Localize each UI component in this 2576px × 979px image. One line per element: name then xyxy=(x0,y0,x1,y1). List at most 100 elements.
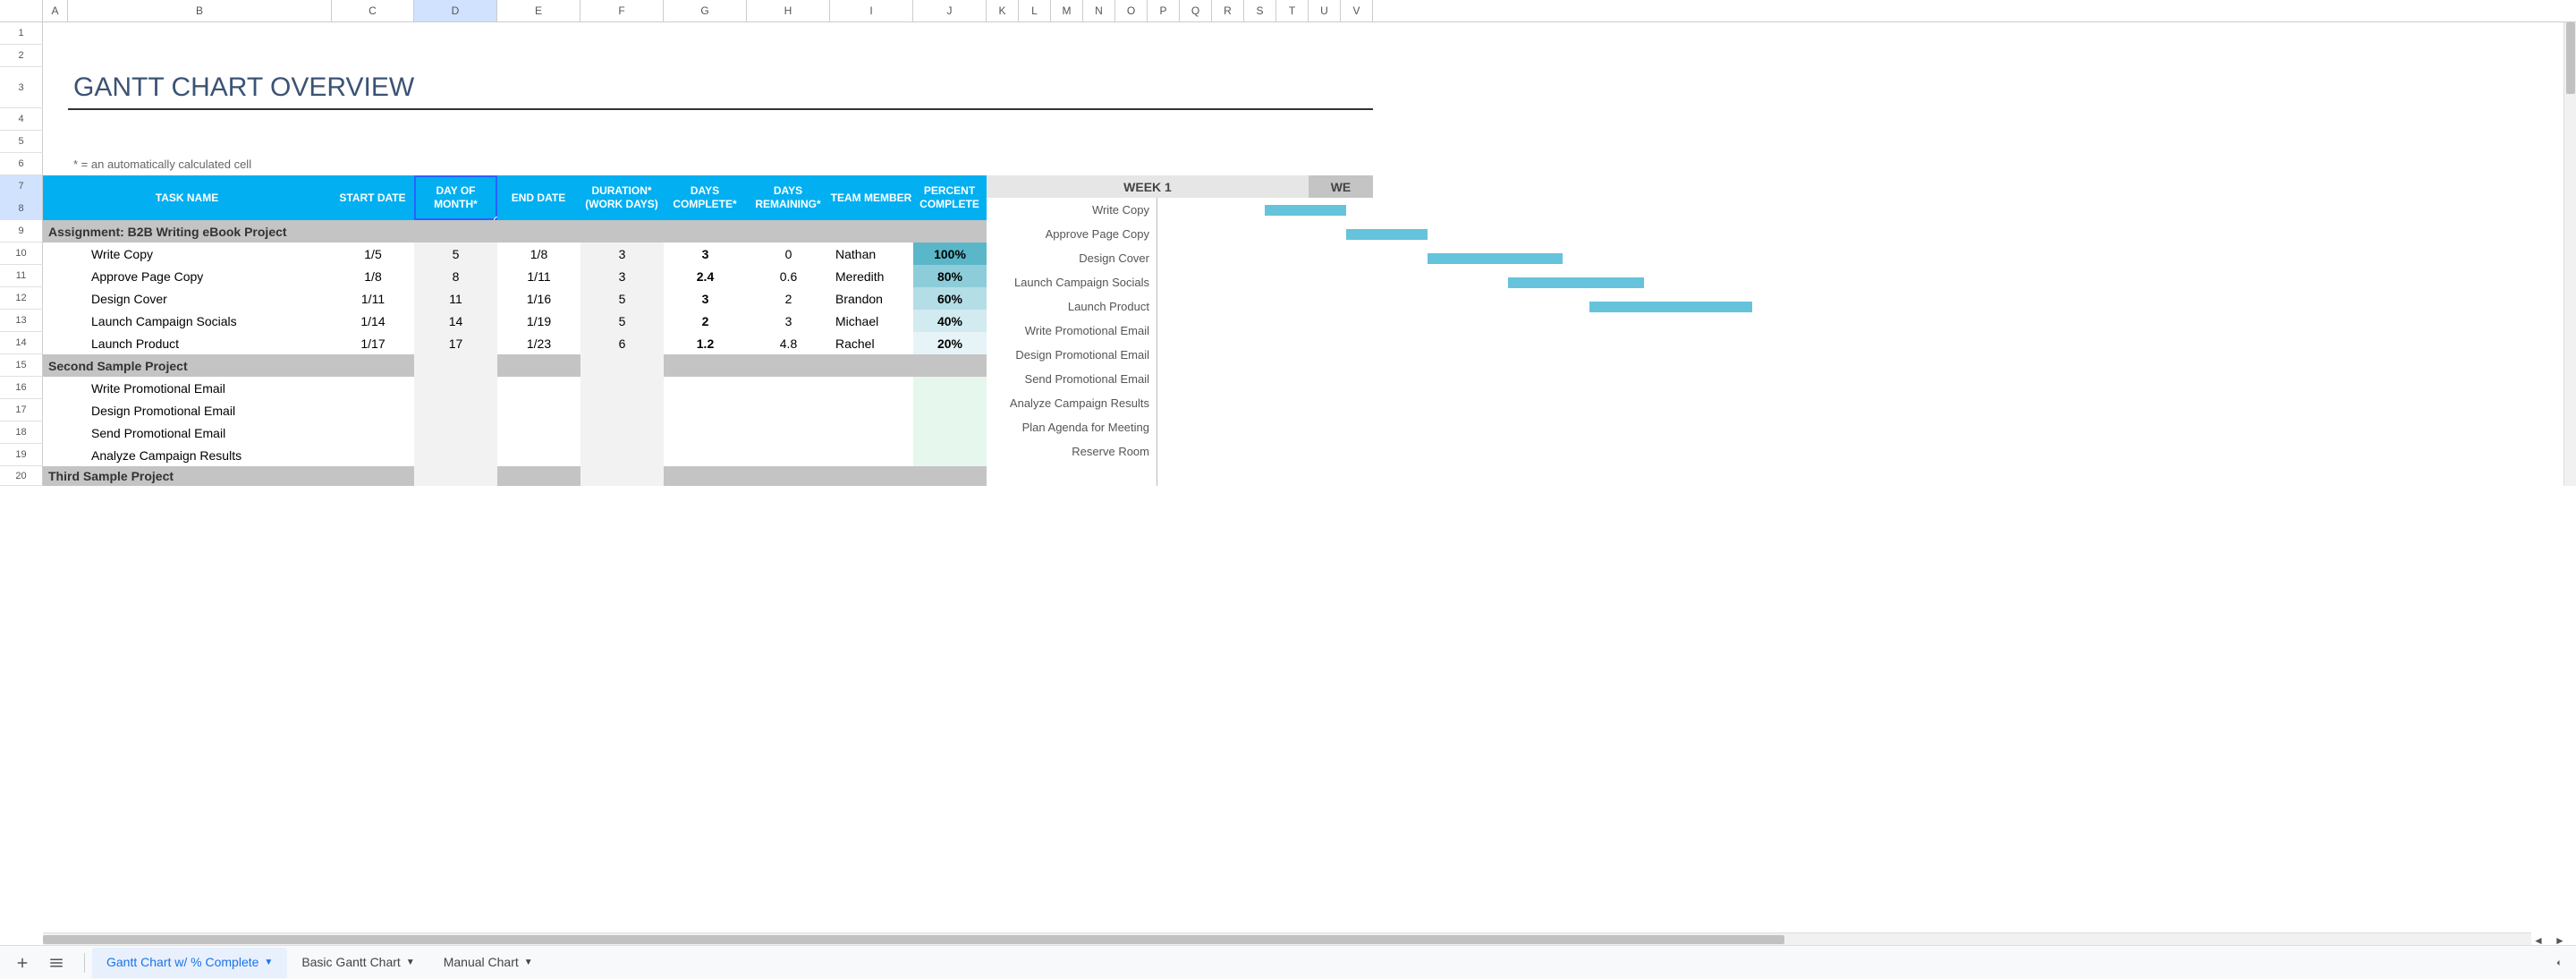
row-header-8[interactable]: 8 xyxy=(0,198,43,220)
row-header-11[interactable]: 11 xyxy=(0,265,43,287)
task-day-14[interactable]: 17 xyxy=(414,332,497,354)
column-header-F[interactable]: F xyxy=(580,0,664,21)
row-header-10[interactable]: 10 xyxy=(0,243,43,265)
header-C[interactable]: START DATE xyxy=(332,175,414,220)
task-complete-10[interactable]: 3 xyxy=(664,243,747,265)
task-pct-10[interactable]: 100% xyxy=(913,243,987,265)
column-header-B[interactable]: B xyxy=(68,0,332,21)
task-end-13[interactable]: 1/19 xyxy=(497,310,580,332)
subtask-pct-19[interactable] xyxy=(913,444,987,466)
task-pct-13[interactable]: 40% xyxy=(913,310,987,332)
subtask-pct-18[interactable] xyxy=(913,421,987,444)
task-name-11[interactable]: Approve Page Copy xyxy=(86,265,332,287)
tab-dropdown-icon[interactable]: ▼ xyxy=(264,958,273,967)
group-row-15[interactable]: Second Sample Project xyxy=(43,354,987,377)
row-header-17[interactable]: 17 xyxy=(0,399,43,421)
task-day-13[interactable]: 14 xyxy=(414,310,497,332)
tab-dropdown-icon[interactable]: ▼ xyxy=(524,958,533,967)
sheet-tab-2[interactable]: Manual Chart▼ xyxy=(429,948,547,978)
task-complete-13[interactable]: 2 xyxy=(664,310,747,332)
week-header-2[interactable]: WE xyxy=(1309,175,1373,198)
column-header-S[interactable]: S xyxy=(1244,0,1276,21)
grid-area[interactable]: GANTT CHART OVERVIEW* = an automatically… xyxy=(43,22,2576,945)
row-header-13[interactable]: 13 xyxy=(0,310,43,332)
column-header-O[interactable]: O xyxy=(1115,0,1148,21)
column-header-C[interactable]: C xyxy=(332,0,414,21)
task-remaining-10[interactable]: 0 xyxy=(747,243,830,265)
column-header-K[interactable]: K xyxy=(987,0,1019,21)
task-day-10[interactable]: 5 xyxy=(414,243,497,265)
task-complete-12[interactable]: 3 xyxy=(664,287,747,310)
scroll-left-icon[interactable]: ◄ xyxy=(2529,932,2547,945)
column-header-E[interactable]: E xyxy=(497,0,580,21)
header-J[interactable]: PERCENT COMPLETE xyxy=(913,175,987,220)
task-name-14[interactable]: Launch Product xyxy=(86,332,332,354)
subtask-name-17[interactable]: Design Promotional Email xyxy=(86,399,332,421)
row-header-16[interactable]: 16 xyxy=(0,377,43,399)
row-header-19[interactable]: 19 xyxy=(0,444,43,466)
column-header-J[interactable]: J xyxy=(913,0,987,21)
column-header-I[interactable]: I xyxy=(830,0,913,21)
task-pct-11[interactable]: 80% xyxy=(913,265,987,287)
task-remaining-14[interactable]: 4.8 xyxy=(747,332,830,354)
column-header-T[interactable]: T xyxy=(1276,0,1309,21)
subtask-name-19[interactable]: Analyze Campaign Results xyxy=(86,444,332,466)
column-header-P[interactable]: P xyxy=(1148,0,1180,21)
task-complete-14[interactable]: 1.2 xyxy=(664,332,747,354)
task-end-10[interactable]: 1/8 xyxy=(497,243,580,265)
header-D[interactable]: DAY OF MONTH* xyxy=(414,175,497,220)
column-header-D[interactable]: D xyxy=(414,0,497,21)
scroll-right-icon[interactable]: ► xyxy=(2551,932,2569,945)
column-header-V[interactable]: V xyxy=(1341,0,1373,21)
row-header-6[interactable]: 6 xyxy=(0,153,43,175)
horizontal-scroll-thumb[interactable] xyxy=(43,935,1784,944)
row-header-20[interactable]: 20 xyxy=(0,466,43,486)
task-day-11[interactable]: 8 xyxy=(414,265,497,287)
row-header-4[interactable]: 4 xyxy=(0,108,43,131)
vertical-scroll-thumb[interactable] xyxy=(2566,22,2575,94)
group-row-20[interactable]: Third Sample Project xyxy=(43,466,987,486)
column-header-G[interactable]: G xyxy=(664,0,747,21)
task-member-12[interactable]: Brandon xyxy=(830,287,913,310)
task-end-11[interactable]: 1/11 xyxy=(497,265,580,287)
task-end-12[interactable]: 1/16 xyxy=(497,287,580,310)
task-remaining-13[interactable]: 3 xyxy=(747,310,830,332)
tab-nav-left-icon[interactable] xyxy=(2549,954,2567,972)
column-header-L[interactable]: L xyxy=(1019,0,1051,21)
header-I[interactable]: TEAM MEMBER xyxy=(830,175,913,220)
row-header-3[interactable]: 3 xyxy=(0,67,43,108)
task-start-13[interactable]: 1/14 xyxy=(332,310,414,332)
task-duration-10[interactable]: 3 xyxy=(580,243,664,265)
tab-dropdown-icon[interactable]: ▼ xyxy=(406,958,415,967)
task-member-14[interactable]: Rachel xyxy=(830,332,913,354)
subtask-name-16[interactable]: Write Promotional Email xyxy=(86,377,332,399)
row-header-15[interactable]: 15 xyxy=(0,354,43,377)
task-pct-14[interactable]: 20% xyxy=(913,332,987,354)
header-E[interactable]: END DATE xyxy=(497,175,580,220)
task-name-13[interactable]: Launch Campaign Socials xyxy=(86,310,332,332)
vertical-scrollbar[interactable] xyxy=(2563,22,2576,486)
task-member-13[interactable]: Michael xyxy=(830,310,913,332)
row-header-1[interactable]: 1 xyxy=(0,22,43,45)
row-header-12[interactable]: 12 xyxy=(0,287,43,310)
task-start-10[interactable]: 1/5 xyxy=(332,243,414,265)
add-sheet-icon[interactable] xyxy=(9,949,36,976)
task-duration-12[interactable]: 5 xyxy=(580,287,664,310)
select-all-corner[interactable] xyxy=(0,0,43,22)
task-end-14[interactable]: 1/23 xyxy=(497,332,580,354)
sheet-tab-0[interactable]: Gantt Chart w/ % Complete▼ xyxy=(92,948,287,978)
task-member-11[interactable]: Meredith xyxy=(830,265,913,287)
subtask-pct-16[interactable] xyxy=(913,377,987,399)
task-member-10[interactable]: Nathan xyxy=(830,243,913,265)
subtask-name-18[interactable]: Send Promotional Email xyxy=(86,421,332,444)
task-start-11[interactable]: 1/8 xyxy=(332,265,414,287)
task-name-12[interactable]: Design Cover xyxy=(86,287,332,310)
group-row-9[interactable]: Assignment: B2B Writing eBook Project xyxy=(43,220,987,243)
column-header-H[interactable]: H xyxy=(747,0,830,21)
task-start-14[interactable]: 1/17 xyxy=(332,332,414,354)
column-header-A[interactable]: A xyxy=(43,0,68,21)
row-header-9[interactable]: 9 xyxy=(0,220,43,243)
task-name-10[interactable]: Write Copy xyxy=(86,243,332,265)
column-header-R[interactable]: R xyxy=(1212,0,1244,21)
task-duration-11[interactable]: 3 xyxy=(580,265,664,287)
